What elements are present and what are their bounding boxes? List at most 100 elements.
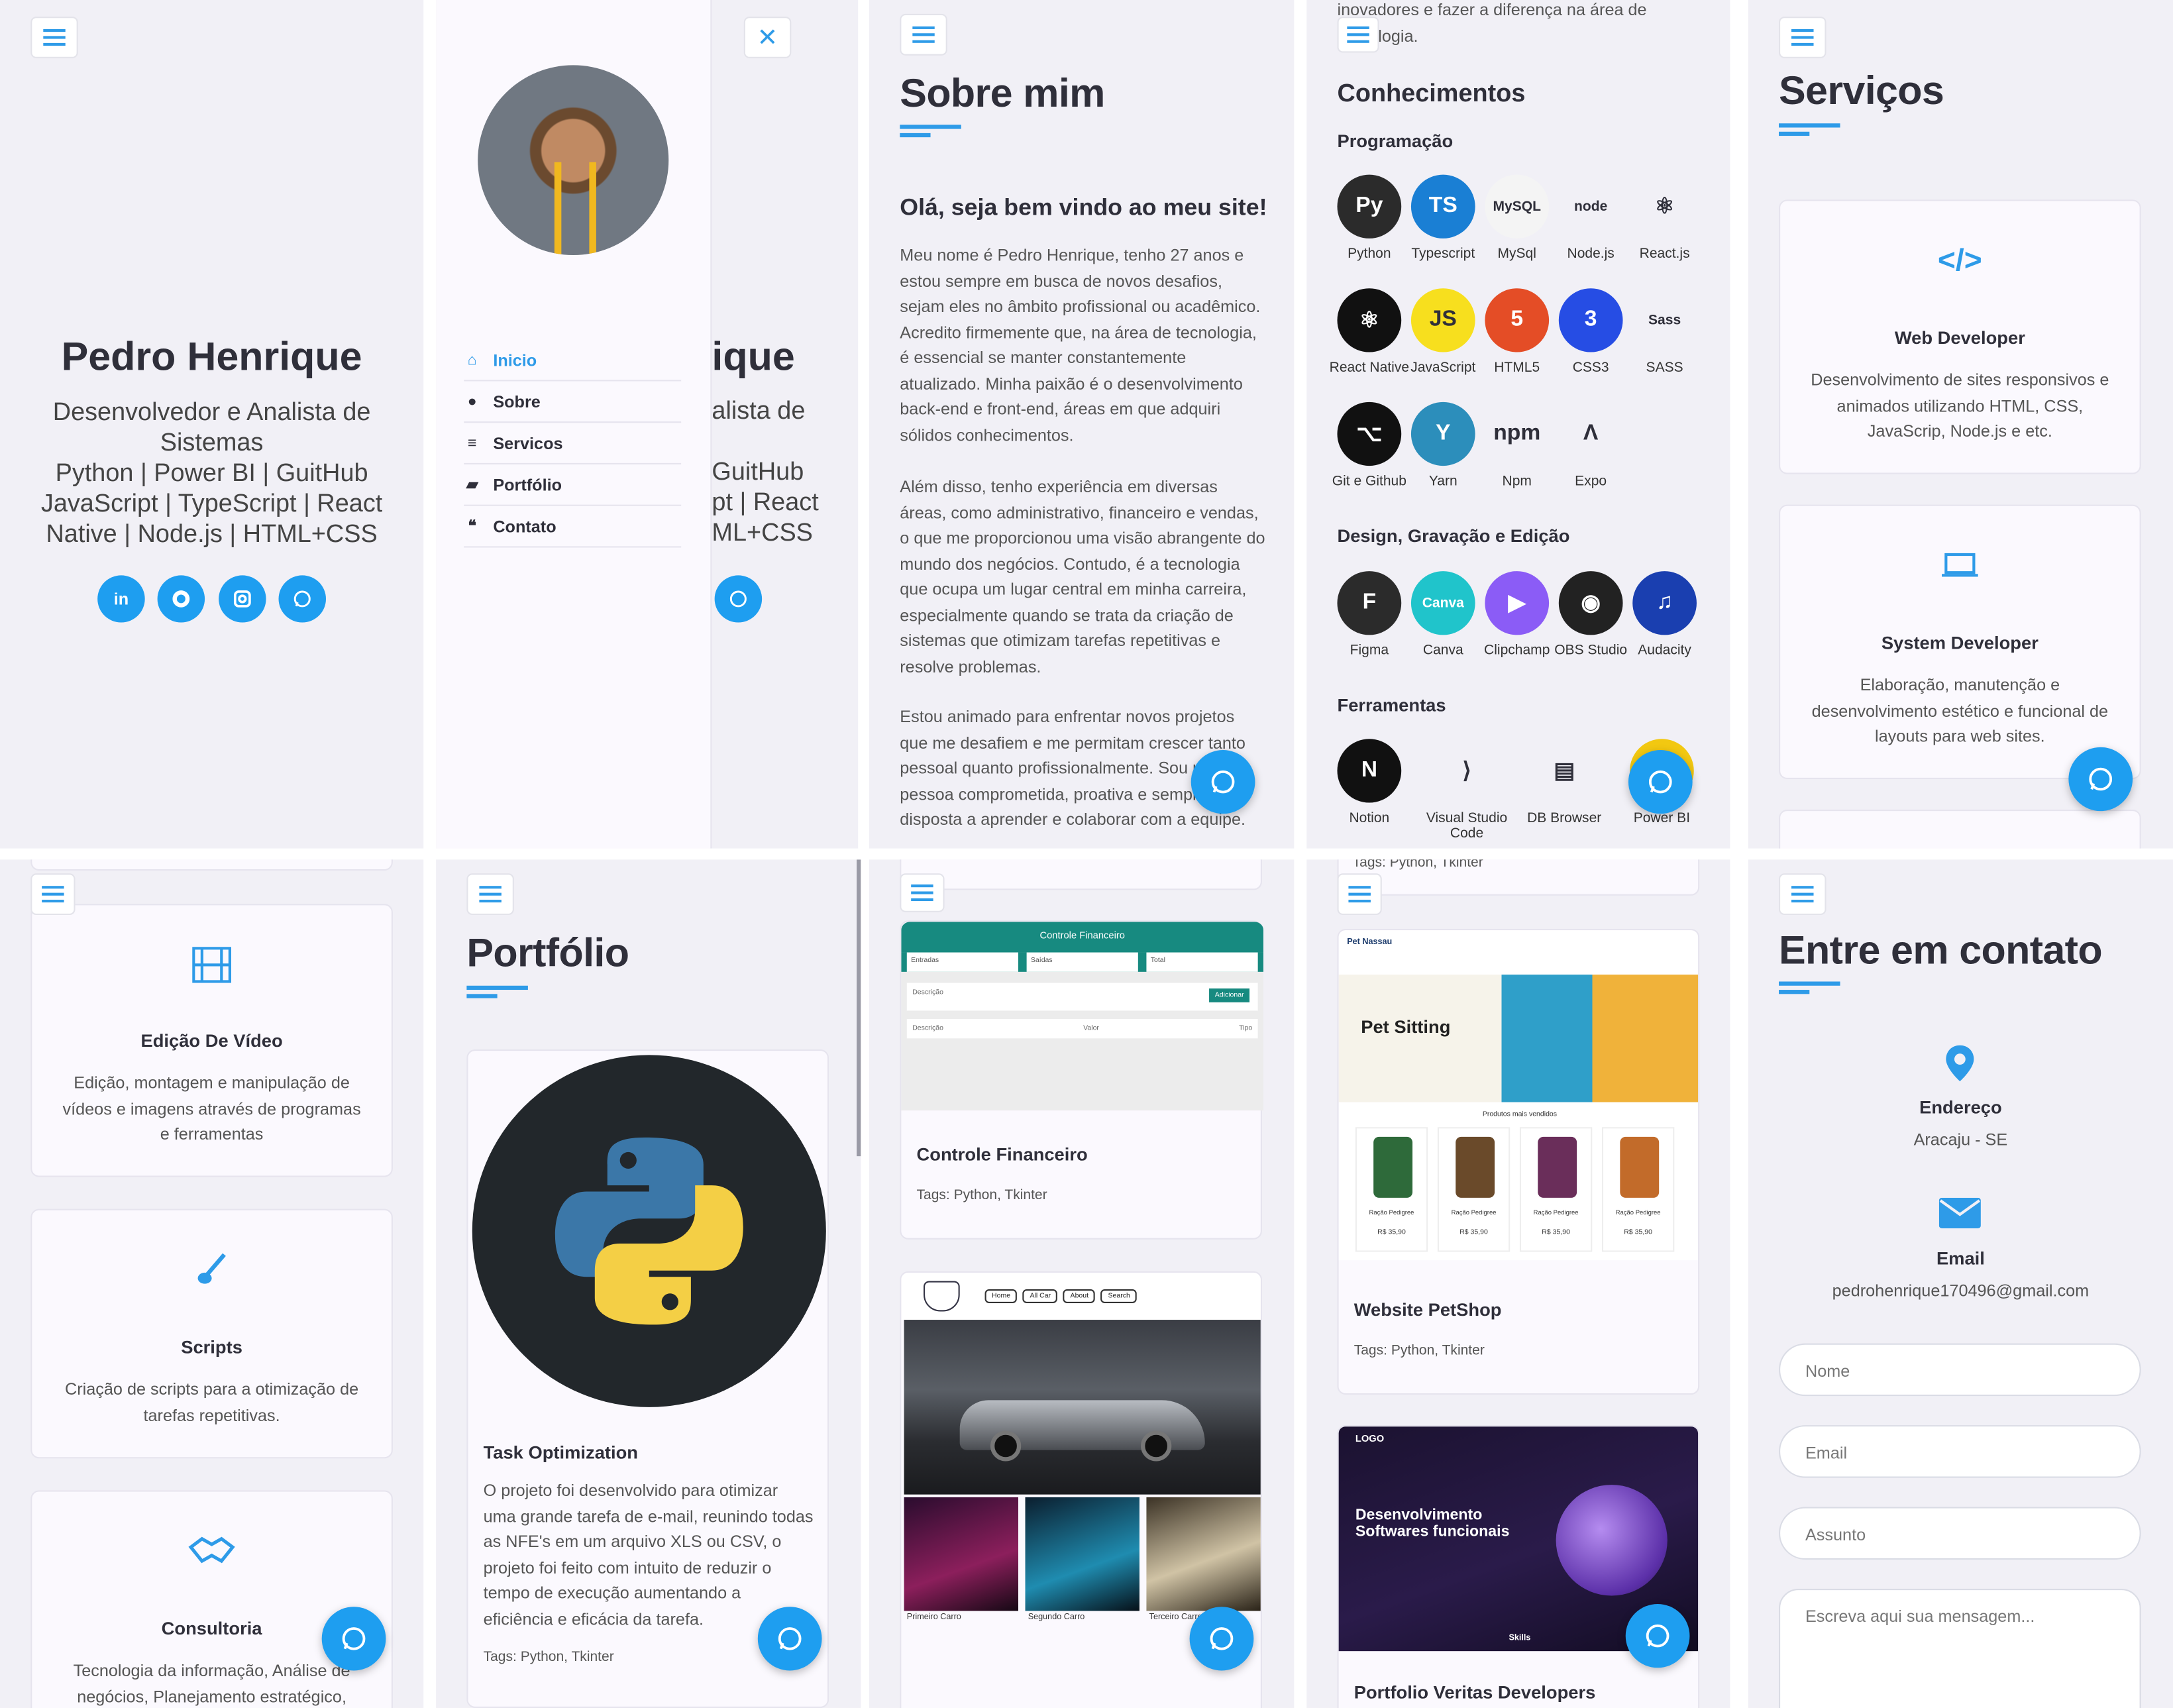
skill-obs-studio: ◉ OBS Studio	[1549, 571, 1632, 659]
menu-toggle-button[interactable]	[30, 17, 78, 58]
sass-icon: Sass	[1632, 288, 1697, 352]
nav-item-inicio[interactable]: ⌂ Inicio	[464, 340, 682, 382]
veritas-logo: LOGO	[1355, 1434, 1385, 1445]
summary-box: Saídas	[1026, 952, 1138, 972]
python-icon: Py	[1337, 174, 1402, 239]
skill-label: Audacity	[1638, 643, 1691, 659]
nav-item-sobre[interactable]: ● Sobre	[464, 381, 682, 423]
list-icon: ≡	[468, 434, 477, 452]
car-label: Primeiro Carro	[906, 1613, 961, 1623]
skill-python: Py Python	[1328, 174, 1411, 262]
project-title: Task Optimization	[483, 1442, 638, 1463]
product-name: Ração Pedigree	[1451, 1208, 1497, 1216]
service-title: Scripts	[181, 1336, 242, 1358]
whatsapp-float-button[interactable]	[1625, 1604, 1690, 1668]
menu-toggle-button[interactable]	[900, 873, 945, 912]
instagram-button[interactable]	[219, 575, 266, 623]
vscode-icon: ⟩	[1434, 739, 1499, 803]
whatsapp-float-button[interactable]	[321, 1607, 386, 1671]
nav-item-contato[interactable]: ❝ Contato	[464, 506, 682, 548]
product-image	[1456, 1136, 1495, 1198]
skill-html5: 5 HTML5	[1475, 288, 1559, 376]
whatsapp-float-button[interactable]	[1189, 1607, 1254, 1671]
close-menu-button[interactable]: ✕	[743, 17, 792, 58]
whatsapp-icon	[778, 1627, 802, 1650]
service-description: Edição, montagem e manipulação de vídeos…	[62, 1073, 361, 1144]
message-field[interactable]: Escreva aqui sua mensagem...	[1779, 1589, 2141, 1708]
table-col: Descrição	[912, 1024, 943, 1033]
skill-label: Yarn	[1428, 474, 1458, 490]
email-field[interactable]: Email	[1779, 1425, 2141, 1478]
menu-toggle-button[interactable]	[1337, 873, 1382, 916]
car-thumb	[904, 1497, 1019, 1611]
petshop-screenshot: Pet Nassau Pet Sitting Produtos mais ven…	[1338, 930, 1699, 1261]
skill-db-browser: ▤ DB Browser	[1522, 739, 1606, 826]
name-field[interactable]: Nome	[1779, 1343, 2141, 1397]
skills-title: Conhecimentos	[1337, 79, 1526, 107]
summary-box: Entradas	[906, 952, 1019, 972]
menu-toggle-button[interactable]	[1779, 873, 1827, 916]
canva-icon: Canva	[1410, 571, 1475, 635]
product-card: Ração Pedigree R$ 35,90	[1355, 1127, 1428, 1252]
nav-item-portfólio[interactable]: ▰ Portfólio	[464, 464, 682, 506]
skill-react-js: ⚛ React.js	[1623, 174, 1707, 262]
skill-javascript: JS JavaScript	[1401, 288, 1485, 376]
astronaut-image	[1556, 1485, 1668, 1596]
project-tags: Tags: Python, Tkinter	[916, 1188, 1047, 1204]
project-description: O projeto foi desenvolvido para otimizar…	[483, 1480, 814, 1628]
skill-label: Figma	[1350, 643, 1389, 659]
whatsapp-float-button[interactable]	[757, 1607, 822, 1671]
skill-npm: npm Npm	[1475, 401, 1559, 490]
product-name: Ração Pedigree	[1615, 1208, 1661, 1216]
skill-figma: F Figma	[1328, 571, 1411, 659]
service-title: System Developer	[1881, 632, 2039, 653]
whatsapp-float-button[interactable]	[2068, 747, 2133, 812]
linkedin-button[interactable]: in	[97, 575, 145, 623]
email-value: pedrohenrique170496@gmail.com	[1832, 1281, 2090, 1301]
project-card[interactable]: LOGO Desenvolvimento Softwares funcionai…	[1337, 1425, 1700, 1708]
user-icon: ●	[467, 393, 477, 410]
service-card	[1779, 810, 2141, 849]
service-card: System Developer Elaboração, manutenção …	[1779, 504, 2141, 779]
skill-label: DB Browser	[1527, 811, 1602, 827]
film-icon	[32, 947, 391, 990]
service-card: Edição De Vídeo Edição, montagem e manip…	[30, 904, 393, 1177]
nav-item-label: Portfólio	[493, 474, 562, 494]
briefcase-icon: ▰	[466, 476, 478, 494]
project-card[interactable]: Tags: Python, Tkinter	[1337, 859, 1700, 896]
petshop-products: Ração Pedigree R$ 35,90 Ração Pedigree R$ 3…	[1355, 1127, 1675, 1252]
subject-field[interactable]: Assunto	[1779, 1507, 2141, 1560]
title-underline	[900, 125, 961, 129]
product-card: Ração Pedigree R$ 35,90	[1601, 1127, 1675, 1252]
skill-react-native: ⚛ React Native	[1328, 288, 1411, 376]
address-value: Aracaju - SE	[1913, 1130, 2008, 1149]
project-card[interactable]	[900, 859, 1262, 890]
contact-title: Entre em contato	[1779, 928, 2103, 973]
project-card[interactable]: Controle Financeiro Entradas Saídas Tota…	[900, 920, 1264, 1240]
menu-toggle-button[interactable]	[900, 13, 947, 56]
skills-panel: inovadores e fazer a diferença na área d…	[1306, 0, 1730, 849]
project-card[interactable]: Pet Nassau Pet Sitting Produtos mais ven…	[1337, 928, 1700, 1395]
nav-item-servicos[interactable]: ≡ Servicos	[464, 423, 682, 464]
menu-toggle-button[interactable]	[1337, 17, 1379, 53]
whatsapp-float-button[interactable]	[1191, 750, 1255, 814]
skill-visual-studio-code: ⟩ Visual Studio Code	[1425, 739, 1509, 841]
service-card: </> Web Developer Desenvolvimento de sit…	[1779, 199, 2141, 474]
whatsapp-social-button[interactable]	[278, 575, 327, 623]
design-heading: Design, Gravação e Edição	[1337, 525, 1570, 547]
project-card[interactable]: Task Optimization O projeto foi desenvol…	[466, 1049, 829, 1708]
product-price: R$ 35,90	[1377, 1228, 1406, 1237]
whatsapp-social-button[interactable]	[714, 575, 763, 623]
scrollbar[interactable]	[857, 859, 861, 1157]
home-icon: ⌂	[467, 351, 477, 368]
service-card: Scripts Criação de scripts para a otimiz…	[30, 1208, 393, 1459]
whatsapp-float-button[interactable]	[1628, 750, 1693, 814]
menu-toggle-button[interactable]	[30, 873, 76, 916]
whatsapp-icon	[342, 1627, 366, 1650]
table-col: Valor	[1083, 1024, 1099, 1033]
title-underline	[466, 985, 528, 990]
github-button[interactable]	[157, 575, 205, 623]
menu-toggle-button[interactable]	[1779, 17, 1827, 58]
petshop-products-title: Produtos mais vendidos	[1482, 1110, 1558, 1119]
menu-toggle-button[interactable]	[466, 873, 514, 916]
